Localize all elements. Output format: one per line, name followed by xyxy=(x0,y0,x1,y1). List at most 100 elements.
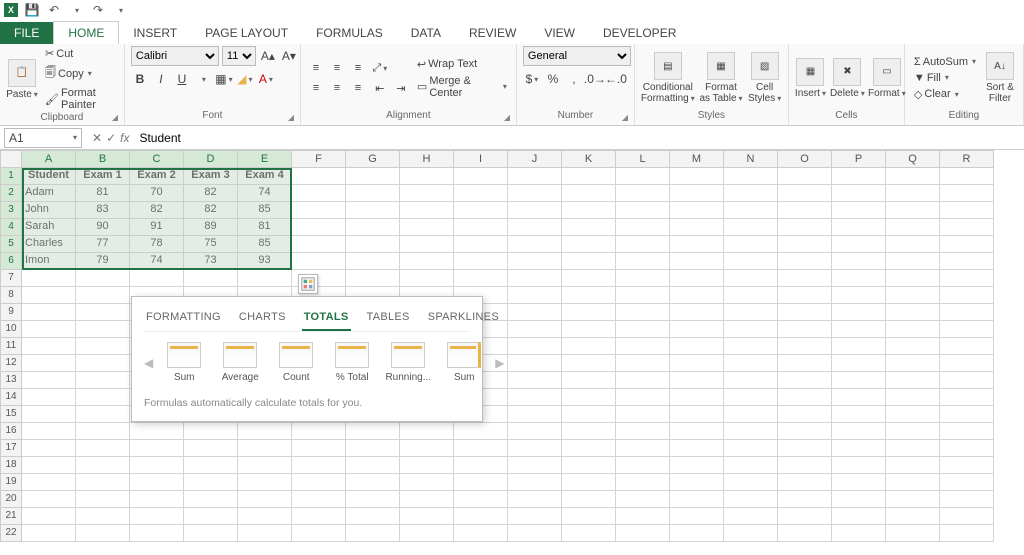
cell[interactable] xyxy=(508,236,562,253)
cell[interactable] xyxy=(940,508,994,525)
cell[interactable] xyxy=(292,457,346,474)
cell[interactable] xyxy=(886,355,940,372)
decrease-indent-button[interactable]: ⇤ xyxy=(371,79,389,97)
cell[interactable] xyxy=(346,253,400,270)
cell[interactable] xyxy=(562,474,616,491)
cell[interactable] xyxy=(22,474,76,491)
cell[interactable] xyxy=(22,321,76,338)
cell[interactable] xyxy=(130,457,184,474)
align-right-button[interactable]: ≡ xyxy=(349,79,367,97)
cell[interactable] xyxy=(508,202,562,219)
cell[interactable] xyxy=(940,270,994,287)
cell[interactable] xyxy=(940,253,994,270)
cell[interactable] xyxy=(76,440,130,457)
cell[interactable] xyxy=(346,491,400,508)
cell[interactable] xyxy=(886,202,940,219)
cell[interactable] xyxy=(940,338,994,355)
cell[interactable] xyxy=(886,287,940,304)
tab-insert[interactable]: INSERT xyxy=(119,22,191,44)
cell[interactable] xyxy=(184,423,238,440)
cell[interactable] xyxy=(886,253,940,270)
cell[interactable] xyxy=(724,253,778,270)
cell[interactable] xyxy=(778,525,832,542)
cell[interactable] xyxy=(616,508,670,525)
cell[interactable] xyxy=(616,525,670,542)
cell[interactable] xyxy=(670,525,724,542)
col-header-R[interactable]: R xyxy=(940,150,994,168)
insert-cells-button[interactable]: ▦Insert xyxy=(795,58,826,99)
cell[interactable]: Student xyxy=(22,168,76,185)
cell[interactable] xyxy=(76,508,130,525)
font-size-select[interactable]: 11 xyxy=(222,46,256,66)
cell[interactable] xyxy=(886,457,940,474)
enter-formula-button[interactable]: ✓ xyxy=(106,131,116,145)
cell[interactable] xyxy=(670,168,724,185)
cell[interactable] xyxy=(616,304,670,321)
cell[interactable] xyxy=(940,372,994,389)
qa-item-sum-5[interactable]: Sum xyxy=(439,342,489,383)
cell[interactable] xyxy=(454,270,508,287)
row-header-15[interactable]: 15 xyxy=(0,406,22,423)
cell[interactable]: Adam xyxy=(22,185,76,202)
row-header-11[interactable]: 11 xyxy=(0,338,22,355)
cell[interactable] xyxy=(238,525,292,542)
col-header-I[interactable]: I xyxy=(454,150,508,168)
row-header-7[interactable]: 7 xyxy=(0,270,22,287)
cell[interactable] xyxy=(616,491,670,508)
cell[interactable] xyxy=(238,440,292,457)
cell[interactable] xyxy=(454,253,508,270)
cell[interactable]: 74 xyxy=(238,185,292,202)
cell[interactable] xyxy=(562,253,616,270)
cell[interactable] xyxy=(778,168,832,185)
cell[interactable] xyxy=(778,508,832,525)
cell[interactable] xyxy=(940,219,994,236)
cell[interactable] xyxy=(616,440,670,457)
cell[interactable] xyxy=(832,440,886,457)
comma-format-button[interactable]: , xyxy=(565,70,583,88)
cell[interactable] xyxy=(670,457,724,474)
cell[interactable] xyxy=(400,270,454,287)
cell[interactable] xyxy=(616,185,670,202)
cell[interactable] xyxy=(76,491,130,508)
cell[interactable]: 91 xyxy=(130,219,184,236)
cell[interactable] xyxy=(616,287,670,304)
cell[interactable] xyxy=(940,202,994,219)
cell[interactable] xyxy=(130,508,184,525)
cell[interactable]: 81 xyxy=(238,219,292,236)
cell[interactable] xyxy=(832,389,886,406)
cell[interactable] xyxy=(346,508,400,525)
cell[interactable] xyxy=(238,508,292,525)
cell[interactable] xyxy=(616,321,670,338)
cell[interactable] xyxy=(562,236,616,253)
cell[interactable] xyxy=(832,185,886,202)
cell[interactable]: 77 xyxy=(76,236,130,253)
cell[interactable] xyxy=(670,253,724,270)
cell[interactable] xyxy=(616,338,670,355)
tab-home[interactable]: HOME xyxy=(53,21,119,44)
cell[interactable] xyxy=(778,202,832,219)
cell[interactable] xyxy=(724,236,778,253)
cell[interactable] xyxy=(292,219,346,236)
cell[interactable] xyxy=(22,355,76,372)
cell[interactable]: John xyxy=(22,202,76,219)
cell[interactable] xyxy=(454,508,508,525)
cell[interactable] xyxy=(400,508,454,525)
cell[interactable] xyxy=(400,219,454,236)
cell[interactable] xyxy=(508,253,562,270)
cell[interactable] xyxy=(292,168,346,185)
clipboard-dialog-launcher[interactable]: ◢ xyxy=(112,113,122,123)
tab-developer[interactable]: DEVELOPER xyxy=(589,22,690,44)
align-bottom-button[interactable]: ≡ xyxy=(349,59,367,77)
cell[interactable] xyxy=(346,219,400,236)
qa-item-total-3[interactable]: % Total xyxy=(327,342,377,383)
format-as-table-button[interactable]: ▦Format as Table xyxy=(699,52,744,104)
cell[interactable] xyxy=(562,406,616,423)
cell[interactable] xyxy=(832,423,886,440)
cell[interactable]: 82 xyxy=(184,202,238,219)
cell[interactable] xyxy=(886,474,940,491)
cell[interactable] xyxy=(940,321,994,338)
cell[interactable] xyxy=(508,525,562,542)
cell[interactable] xyxy=(562,440,616,457)
cell[interactable] xyxy=(22,270,76,287)
cell[interactable] xyxy=(400,457,454,474)
